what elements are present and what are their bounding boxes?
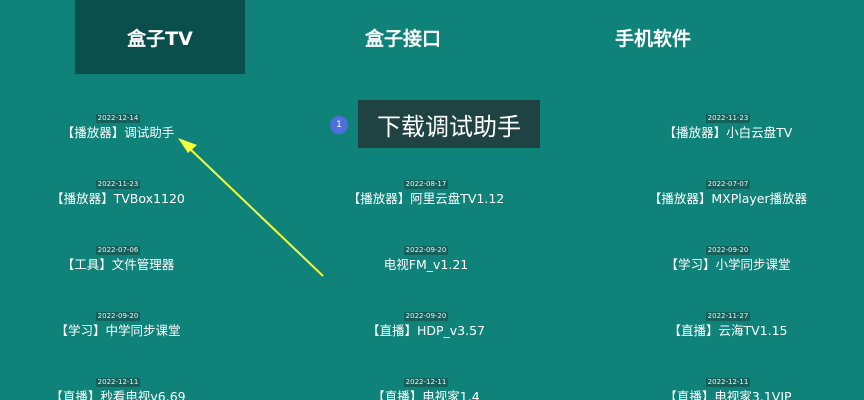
app-item[interactable]: 2022-09-20 电视FM_v1.21 bbox=[296, 237, 556, 281]
item-name: 【播放器】MXPlayer播放器 bbox=[648, 191, 808, 206]
app-item[interactable]: 2022-12-11 【直播】电视家1.4 bbox=[296, 369, 556, 400]
download-tooltip: 下载调试助手 bbox=[358, 100, 540, 148]
item-name: 【直播】HDP_v3.57 bbox=[366, 323, 486, 338]
app-item[interactable]: 2022-11-27 【直播】云海TV1.15 bbox=[598, 303, 858, 347]
item-name: 电视FM_v1.21 bbox=[383, 257, 469, 272]
app-item[interactable]: 2022-08-17 【播放器】阿里云盘TV1.12 bbox=[296, 171, 556, 215]
item-name: 【直播】电视家3.1VIP bbox=[664, 389, 792, 400]
item-date: 2022-09-20 bbox=[403, 312, 449, 321]
item-name: 【播放器】TVBox1120 bbox=[51, 191, 185, 206]
item-name: 【工具】文件管理器 bbox=[61, 257, 175, 272]
item-name: 【播放器】调试助手 bbox=[61, 125, 175, 140]
app-item[interactable]: 2022-09-20 【学习】小学同步课堂 bbox=[598, 237, 858, 281]
tab-bar: 盒子TV 盒子接口 手机软件 bbox=[0, 0, 864, 74]
item-date: 2022-07-07 bbox=[705, 180, 751, 189]
step-badge: 1 bbox=[330, 116, 348, 134]
item-name: 【直播】秒看电视v6.69 bbox=[50, 389, 186, 400]
tab-box-tv[interactable]: 盒子TV bbox=[75, 0, 245, 74]
app-item[interactable]: 2022-12-11 【直播】电视家3.1VIP bbox=[598, 369, 858, 400]
item-name: 【学习】中学同步课堂 bbox=[55, 323, 181, 338]
item-name: 【直播】云海TV1.15 bbox=[668, 323, 788, 338]
item-name: 【直播】电视家1.4 bbox=[372, 389, 480, 400]
item-date: 2022-09-20 bbox=[403, 246, 449, 255]
item-date: 2022-09-20 bbox=[95, 312, 141, 321]
app-item[interactable]: 2022-12-14 【播放器】调试助手 bbox=[0, 105, 248, 149]
app-screen: 盒子TV 盒子接口 手机软件 2022-12-14 【播放器】调试助手 2022… bbox=[0, 0, 864, 400]
item-date: 2022-11-27 bbox=[705, 312, 751, 321]
item-date: 2022-11-23 bbox=[95, 180, 141, 189]
tab-mobile-software[interactable]: 手机软件 bbox=[568, 0, 738, 74]
item-name: 【播放器】小白云盘TV bbox=[663, 125, 793, 140]
item-date: 2022-12-11 bbox=[403, 378, 449, 387]
app-item[interactable]: 2022-09-20 【直播】HDP_v3.57 bbox=[296, 303, 556, 347]
item-date: 2022-12-11 bbox=[705, 378, 751, 387]
item-name: 【播放器】阿里云盘TV1.12 bbox=[347, 191, 505, 206]
item-date: 2022-09-20 bbox=[705, 246, 751, 255]
app-item[interactable]: 2022-07-07 【播放器】MXPlayer播放器 bbox=[598, 171, 858, 215]
app-item[interactable]: 2022-11-23 【播放器】TVBox1120 bbox=[0, 171, 248, 215]
app-item[interactable]: 2022-12-11 【直播】秒看电视v6.69 bbox=[0, 369, 248, 400]
item-date: 2022-11-23 bbox=[705, 114, 751, 123]
app-item[interactable]: 2022-09-20 【学习】中学同步课堂 bbox=[0, 303, 248, 347]
app-item[interactable]: 2022-07-06 【工具】文件管理器 bbox=[0, 237, 248, 281]
app-item[interactable]: 2022-11-23 【播放器】小白云盘TV bbox=[598, 105, 858, 149]
item-date: 2022-12-11 bbox=[95, 378, 141, 387]
item-date: 2022-08-17 bbox=[403, 180, 449, 189]
item-name: 【学习】小学同步课堂 bbox=[665, 257, 791, 272]
item-date: 2022-07-06 bbox=[95, 246, 141, 255]
item-date: 2022-12-14 bbox=[95, 114, 141, 123]
tab-box-interface[interactable]: 盒子接口 bbox=[318, 0, 488, 74]
